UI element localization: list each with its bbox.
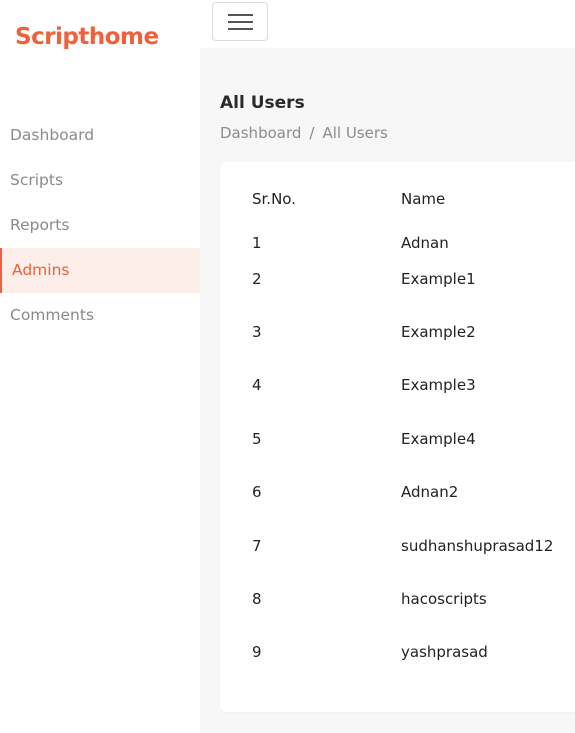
cell-name: Example1 [401,269,476,288]
table-row: 5 Example4 [220,412,575,465]
breadcrumb-current: All Users [322,124,388,142]
table-row: 6 Adnan2 [220,466,575,519]
table-row: 2 Example1 [220,252,575,305]
cell-name: Example4 [401,429,476,448]
cell-name: Adnan [401,234,449,252]
sidebar: Scripthome Dashboard Scripts Reports Adm… [0,0,200,733]
table-row: 9 yashprasad [220,626,575,679]
sidebar-item-dashboard[interactable]: Dashboard [0,113,200,158]
sidebar-item-scripts[interactable]: Scripts [0,158,200,203]
main-content: All Users Dashboard / All Users Sr.No. Nam… [200,48,575,733]
brand-logo[interactable]: Scripthome [15,24,159,50]
cell-name: Example2 [401,323,476,342]
sidebar-item-reports[interactable]: Reports [0,203,200,248]
users-table-card: Sr.No. Name 1 Adnan 2 Example1 3 Example… [220,162,575,712]
cell-name: yashprasad [401,643,488,662]
table-header-row: Sr.No. Name [220,162,575,234]
cell-sr-no: 1 [252,234,262,252]
cell-sr-no: 6 [252,483,262,502]
cell-sr-no: 9 [252,643,262,662]
table-row: 8 hacoscripts [220,572,575,625]
cell-sr-no: 4 [252,376,262,395]
table-row: 1 Adnan [220,234,575,252]
hamburger-icon[interactable] [212,2,268,41]
cell-sr-no: 8 [252,590,262,609]
cell-name: hacoscripts [401,590,487,609]
cell-sr-no: 7 [252,536,262,555]
breadcrumb-separator: / [309,124,315,142]
page: Scripthome Dashboard Scripts Reports Adm… [0,0,575,733]
cell-sr-no: 3 [252,323,262,342]
column-header-name: Name [401,189,446,208]
breadcrumb: Dashboard / All Users [220,124,388,142]
cell-name: Adnan2 [401,483,459,502]
table-row: 3 Example2 [220,305,575,358]
table-row: 4 Example3 [220,359,575,412]
cell-name: Example3 [401,376,476,395]
cell-name: sudhanshuprasad12 [401,536,554,555]
hamburger-bar [228,28,253,30]
users-table: Sr.No. Name 1 Adnan 2 Example1 3 Example… [220,162,575,679]
column-header-sr-no: Sr.No. [252,189,296,208]
sidebar-item-admins[interactable]: Admins [0,248,200,293]
cell-sr-no: 5 [252,429,262,448]
hamburger-bar [228,21,253,23]
breadcrumb-home-link[interactable]: Dashboard [220,124,301,142]
cell-sr-no: 2 [252,269,262,288]
sidebar-item-comments[interactable]: Comments [0,293,200,338]
table-row: 7 sudhanshuprasad12 [220,519,575,572]
topbar [200,0,575,48]
hamburger-bar [228,14,253,16]
sidebar-nav: Dashboard Scripts Reports Admins Comment… [0,113,200,338]
page-title: All Users [220,93,305,113]
